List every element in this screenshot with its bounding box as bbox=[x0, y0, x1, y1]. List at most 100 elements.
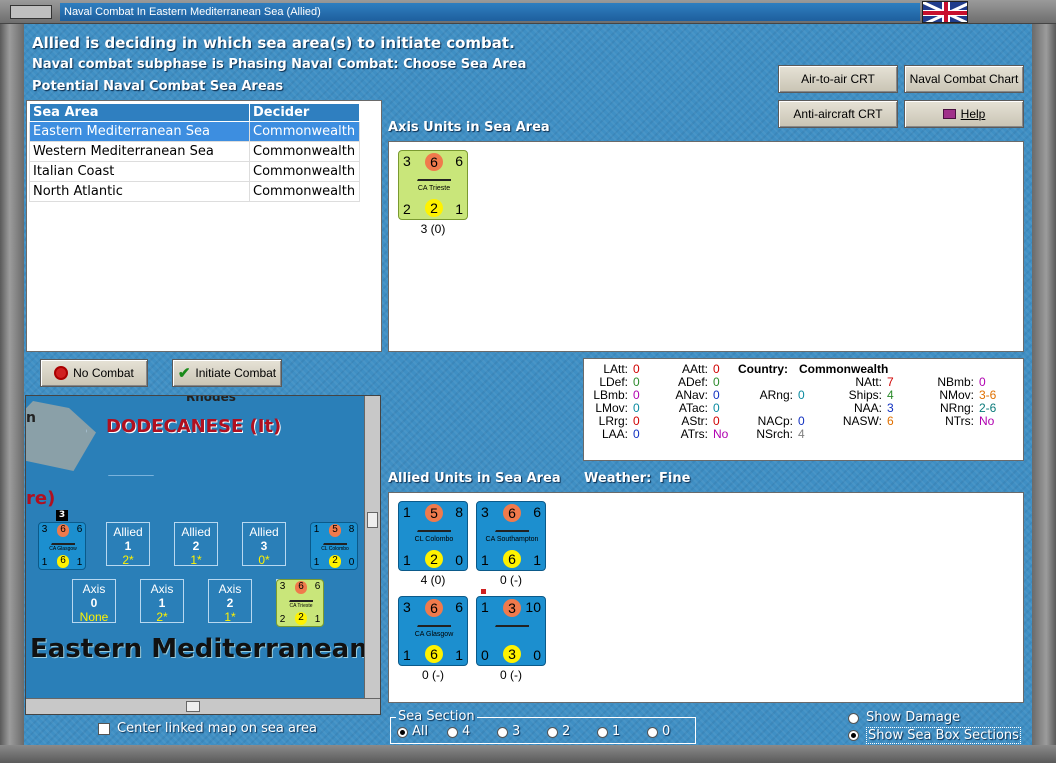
stat-label: NACp: bbox=[757, 414, 793, 428]
sea-section-radio[interactable] bbox=[547, 727, 558, 738]
show-damage-radio[interactable] bbox=[848, 713, 859, 724]
stat-label: LAtt: bbox=[603, 362, 628, 376]
sea-box[interactable]: Allied 3 0* bbox=[242, 522, 286, 567]
stat-label: NAA: bbox=[853, 401, 882, 415]
sea-area-row[interactable]: Eastern Mediterranean Sea Commonwealth bbox=[29, 121, 360, 142]
counter-tl: 3 bbox=[403, 599, 411, 615]
counter-name: CA Glasgow bbox=[49, 546, 77, 553]
unit-counter[interactable]: 1 5 8 CL Colombo 1 2 0 bbox=[398, 501, 468, 571]
center-map-checkbox[interactable] bbox=[98, 723, 110, 735]
ship-silhouette-icon bbox=[323, 539, 347, 546]
stat-label: ATac: bbox=[678, 401, 708, 415]
status-heading: Allied is deciding in which sea area(s) … bbox=[32, 34, 515, 52]
map-hscrollbar[interactable] bbox=[26, 698, 380, 714]
sea-box-sub: 2* bbox=[122, 553, 134, 567]
initiate-combat-button[interactable]: ✔ Initiate Combat bbox=[172, 359, 282, 387]
counter-bl: 1 bbox=[403, 552, 411, 568]
sea-area-cell: North Atlantic bbox=[29, 181, 250, 202]
counter-br: 0 bbox=[348, 556, 355, 568]
decider-cell: Commonwealth bbox=[249, 161, 360, 182]
sea-box-label: Allied bbox=[249, 525, 279, 539]
counter-bc: 6 bbox=[56, 555, 70, 568]
stat-label: LMov: bbox=[595, 401, 628, 415]
sea-section-option: 2 bbox=[562, 724, 571, 739]
unit-counter[interactable]: 3 6 6 CA Trieste 2 2 1 bbox=[398, 150, 468, 220]
counter-tc: 3 bbox=[503, 599, 521, 617]
anti-aircraft-crt-button[interactable]: Anti-aircraft CRT bbox=[778, 100, 898, 128]
stat-value: 3-6 bbox=[979, 388, 997, 402]
checkmark-icon: ✔ bbox=[177, 365, 191, 382]
col-sea-area[interactable]: Sea Area bbox=[29, 103, 250, 122]
axis-units-title: Axis Units in Sea Area bbox=[388, 120, 550, 135]
book-icon bbox=[942, 109, 956, 119]
naval-combat-chart-button[interactable]: Naval Combat Chart bbox=[904, 65, 1024, 93]
stat-value: 0 bbox=[633, 362, 640, 376]
sea-section-radio[interactable] bbox=[647, 727, 658, 738]
stat-value: 7 bbox=[887, 375, 894, 389]
stat-value: 2-6 bbox=[979, 401, 997, 415]
sea-box[interactable]: Allied 1 2* bbox=[106, 522, 150, 567]
sea-section-option: 0 bbox=[662, 724, 671, 739]
stat-value: 6 bbox=[887, 414, 894, 428]
stack-count: 3 bbox=[56, 510, 68, 521]
unit-counter[interactable]: 3 6 6 CA Glasgow 1 6 1 bbox=[398, 596, 468, 666]
uk-flag-icon bbox=[922, 1, 968, 23]
unit-counter[interactable]: 3 6 6 CA Glasgow 1 6 1 bbox=[38, 522, 86, 570]
sea-section-radio[interactable] bbox=[597, 727, 608, 738]
counter-tc: 6 bbox=[56, 524, 70, 537]
sea-section-radio[interactable] bbox=[497, 727, 508, 738]
show-damage-label: Show Damage bbox=[866, 710, 961, 725]
counter-br: 0 bbox=[533, 647, 541, 663]
stat-value: 4 bbox=[887, 388, 894, 402]
sea-box-sub: 0* bbox=[258, 553, 270, 567]
sea-box[interactable]: Axis 0 None bbox=[72, 579, 116, 624]
linked-map[interactable]: Rhodes DODECANESE (It) n re) 3 Eastern M… bbox=[25, 395, 381, 715]
counter-tr: 6 bbox=[76, 524, 83, 536]
counter-tr: 10 bbox=[525, 599, 541, 615]
ship-silhouette-icon bbox=[289, 596, 313, 603]
counter-bl: 1 bbox=[41, 556, 48, 568]
map-vscrollbar[interactable] bbox=[364, 396, 380, 700]
subphase-text: Naval combat subphase is Phasing Naval C… bbox=[32, 57, 527, 72]
sea-box[interactable]: Axis 1 2* bbox=[140, 579, 184, 624]
unit-counter[interactable]: 3 6 6 CA Trieste 2 2 1 bbox=[276, 579, 324, 627]
counter-tl: 1 bbox=[313, 524, 320, 536]
potential-areas-label: Potential Naval Combat Sea Areas bbox=[32, 79, 284, 94]
sea-section-option: 1 bbox=[612, 724, 621, 739]
counter-bl: 1 bbox=[313, 556, 320, 568]
help-button[interactable]: Help bbox=[904, 100, 1024, 128]
sea-section-radio[interactable] bbox=[397, 727, 408, 738]
no-combat-button[interactable]: No Combat bbox=[40, 359, 148, 387]
sea-box-value: 1 bbox=[124, 539, 132, 553]
air-to-air-crt-button[interactable]: Air-to-air CRT bbox=[778, 65, 898, 93]
sea-area-row[interactable]: Italian Coast Commonwealth bbox=[29, 161, 360, 182]
counter-tr: 6 bbox=[314, 581, 321, 593]
stat-value: 3 bbox=[887, 401, 894, 415]
sea-section-radio[interactable] bbox=[447, 727, 458, 738]
stat-value: 0 bbox=[633, 401, 640, 415]
unit-counter[interactable]: 3 6 6 CA Southampton 1 6 1 bbox=[476, 501, 546, 571]
map-fragment-re: re) bbox=[26, 488, 56, 509]
col-decider[interactable]: Decider bbox=[249, 103, 360, 122]
show-sea-box-sections-radio[interactable] bbox=[848, 730, 859, 741]
right-frame bbox=[1032, 24, 1056, 763]
sea-box-label: Axis bbox=[150, 582, 174, 596]
counter-tc: 6 bbox=[425, 599, 443, 617]
stat-value: 0 bbox=[713, 375, 720, 389]
stat-value: 0 bbox=[798, 388, 805, 402]
unit-counter[interactable]: 1 5 8 CL Colombo 1 2 0 bbox=[310, 522, 358, 570]
sea-area-row[interactable]: Western Mediterranean Sea Commonwealth bbox=[29, 141, 360, 162]
stat-value: 0 bbox=[713, 362, 720, 376]
counter-tl: 1 bbox=[481, 599, 489, 615]
sea-box[interactable]: Axis 2 1* bbox=[208, 579, 252, 624]
counter-bl: 2 bbox=[403, 201, 411, 217]
unit-counter[interactable]: 1 3 10 0 3 0 bbox=[476, 596, 546, 666]
initiate-combat-label: Initiate Combat bbox=[195, 366, 277, 380]
stat-value: 0 bbox=[713, 401, 720, 415]
stat-label: AStr: bbox=[681, 414, 708, 428]
ship-silhouette-icon bbox=[417, 621, 451, 627]
weather-label: Weather: bbox=[584, 471, 652, 486]
sea-area-row[interactable]: North Atlantic Commonwealth bbox=[29, 181, 360, 202]
sea-box[interactable]: Allied 2 1* bbox=[174, 522, 218, 567]
system-menu-button[interactable] bbox=[10, 5, 52, 19]
